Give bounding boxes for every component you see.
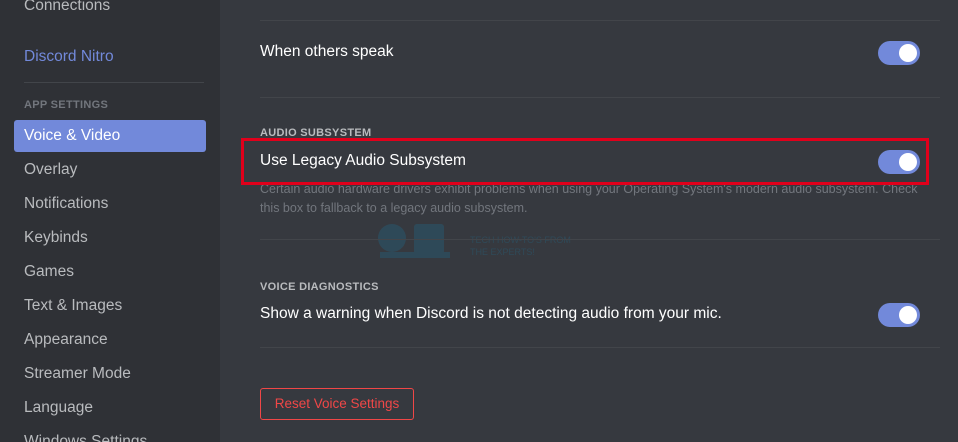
legacy-audio-note: Certain audio hardware drivers exhibit p… <box>260 182 918 215</box>
toggle-knob <box>899 306 917 324</box>
sidebar-item-windows-settings[interactable]: Windows Settings <box>14 426 206 442</box>
when-others-speak-label: When others speak <box>260 43 394 60</box>
when-others-speak-toggle[interactable] <box>878 41 920 65</box>
reset-voice-settings-button[interactable]: Reset Voice Settings <box>260 388 414 420</box>
voice-diagnostics-header: VOICE DIAGNOSTICS <box>260 281 379 293</box>
sidebar-item-text-images[interactable]: Text & Images <box>14 290 206 322</box>
toggle-knob <box>899 44 917 62</box>
sidebar-item-games[interactable]: Games <box>14 256 206 288</box>
sidebar-separator <box>24 82 204 83</box>
sidebar-item-discord-nitro[interactable]: Discord Nitro <box>14 41 206 73</box>
voice-diagnostics-toggle[interactable] <box>878 303 920 327</box>
divider <box>260 347 940 348</box>
sidebar-item-appearance[interactable]: Appearance <box>14 324 206 356</box>
voice-diagnostics-label: Show a warning when Discord is not detec… <box>260 305 722 322</box>
sidebar-item-language[interactable]: Language <box>14 392 206 424</box>
voice-settings-content: When others speak AUDIO SUBSYSTEM Use Le… <box>220 0 958 442</box>
sidebar-item-overlay[interactable]: Overlay <box>14 154 206 186</box>
watermark-line-1: TECH HOW-TO'S FROM <box>470 235 571 245</box>
divider <box>260 239 940 240</box>
watermark-text: TECH HOW-TO'S FROM THE EXPERTS! <box>470 234 571 258</box>
divider <box>260 20 940 21</box>
sidebar-item-streamer-mode[interactable]: Streamer Mode <box>14 358 206 390</box>
watermark-line-2: THE EXPERTS! <box>470 247 535 257</box>
app-settings-header: APP SETTINGS <box>24 99 109 111</box>
sidebar-item-keybinds[interactable]: Keybinds <box>14 222 206 254</box>
settings-sidebar: Connections Discord Nitro APP SETTINGS V… <box>0 0 220 442</box>
sidebar-item-connections[interactable]: Connections <box>14 0 206 22</box>
divider <box>260 97 940 98</box>
sidebar-item-voice-video[interactable]: Voice & Video <box>14 120 206 152</box>
sidebar-item-notifications[interactable]: Notifications <box>14 188 206 220</box>
watermark-logo: TECH HOW-TO'S FROM THE EXPERTS! <box>370 218 571 273</box>
highlight-box <box>241 138 929 185</box>
watermark-icon <box>378 224 450 258</box>
